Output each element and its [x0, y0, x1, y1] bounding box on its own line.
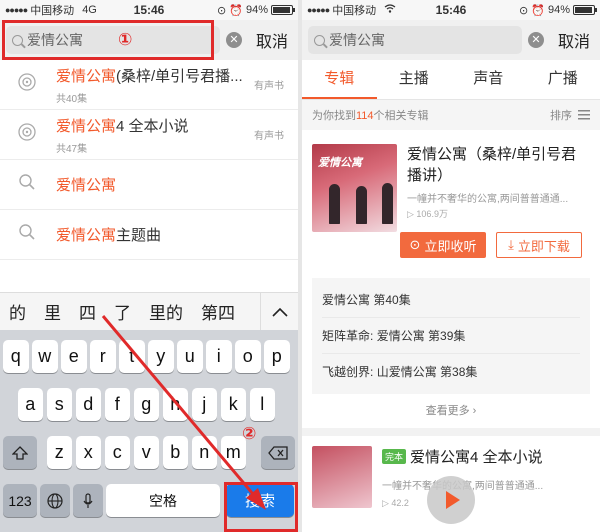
episode-item[interactable]: 飞越创界: 山爱情公寓 第38集	[322, 354, 580, 390]
result-count-text: 为你找到114个相关专辑	[312, 110, 429, 122]
play-circle-icon: ⊙	[409, 237, 421, 252]
tab-3[interactable]: 广播	[526, 60, 600, 99]
annotation-arrow	[101, 315, 266, 510]
battery-icon	[573, 5, 597, 15]
cancel-button[interactable]: 取消	[558, 28, 590, 52]
annotation-box-step2	[224, 482, 298, 532]
right-screen: ●●●●● 中国移动 15:46 ⊙ ⏰ 94% 爱情公寓 ✕ 取消 专辑 主播声…	[302, 0, 600, 532]
tab-2[interactable]: 声音	[451, 60, 526, 99]
result-count: 114	[356, 110, 374, 122]
search-icon	[314, 34, 325, 46]
listen-now-button[interactable]: ⊙ 立即收听	[400, 232, 486, 258]
view-more-link[interactable]: 查看更多 ›	[302, 394, 600, 428]
album-cover	[312, 446, 372, 508]
album-title: 爱情公寓4 全本小说	[410, 449, 543, 466]
play-button[interactable]	[427, 476, 475, 524]
tab-0[interactable]: 专辑	[302, 60, 377, 99]
album-cover: 爱情公寓	[312, 144, 397, 232]
download-now-button[interactable]: ⤓ 立即下载	[496, 232, 582, 258]
episode-item[interactable]: 爱情公寓 第40集	[322, 282, 580, 318]
episode-item[interactable]: 矩阵革命: 爱情公寓 第39集	[322, 318, 580, 354]
album-desc: 一幢并不奢华的公寓,两间普普通通...	[382, 477, 590, 492]
episode-list: 爱情公寓 第40集 矩阵革命: 爱情公寓 第39集 飞越创界: 山爱情公寓 第38集	[312, 278, 590, 394]
search-bar: 爱情公寓 ✕ 取消	[302, 20, 600, 60]
battery-percent: 94%	[547, 4, 570, 16]
status-bar: ●●●●● 中国移动 15:46 ⊙ ⏰ 94%	[302, 0, 600, 20]
complete-badge: 完本	[382, 449, 407, 464]
result-count-row: 为你找到114个相关专辑 排序	[302, 100, 600, 130]
sort-button[interactable]: 排序	[550, 107, 590, 123]
play-count: ▷ 42.2	[382, 498, 409, 508]
album-card[interactable]: 完本 爱情公寓4 全本小说 一幢并不奢华的公寓,两间普普通通... ▷ 42.2	[302, 436, 600, 524]
search-input[interactable]: 爱情公寓	[308, 26, 522, 54]
lock-rotation-icon: ⊙	[519, 4, 529, 17]
cover-title: 爱情公寓	[318, 157, 362, 169]
carrier-label: 中国移动	[332, 5, 377, 17]
section-gap	[302, 428, 600, 436]
download-icon: ⤓	[508, 237, 514, 252]
search-query: 爱情公寓	[329, 32, 385, 48]
album-title: 爱情公寓（桑梓/单引号君播讲）	[407, 146, 577, 184]
signal-dots: ●●●●●	[307, 5, 330, 15]
play-count: ▷ 106.9万	[407, 209, 448, 219]
sort-label: 排序	[550, 110, 572, 122]
tab-1[interactable]: 主播	[377, 60, 452, 99]
wifi-icon	[384, 4, 396, 16]
alarm-icon: ⏰	[531, 4, 545, 17]
album-desc: 一幢并不奢华的公寓,两间普普通通...	[407, 194, 569, 205]
album-card[interactable]: 爱情公寓 爱情公寓（桑梓/单引号君播讲） 一幢并不奢华的公寓,两间普普通通...…	[302, 130, 600, 278]
left-screen: ●●●●● 中国移动 4G 15:46 ⊙ ⏰ 94% 爱情公寓 ✕ 取消 ① …	[0, 0, 298, 532]
list-icon	[578, 110, 590, 120]
clear-icon[interactable]: ✕	[527, 32, 544, 48]
annotation-step2: ②	[242, 424, 257, 443]
result-tabs: 专辑 主播 声音 广播	[302, 60, 600, 100]
play-icon	[446, 491, 460, 509]
